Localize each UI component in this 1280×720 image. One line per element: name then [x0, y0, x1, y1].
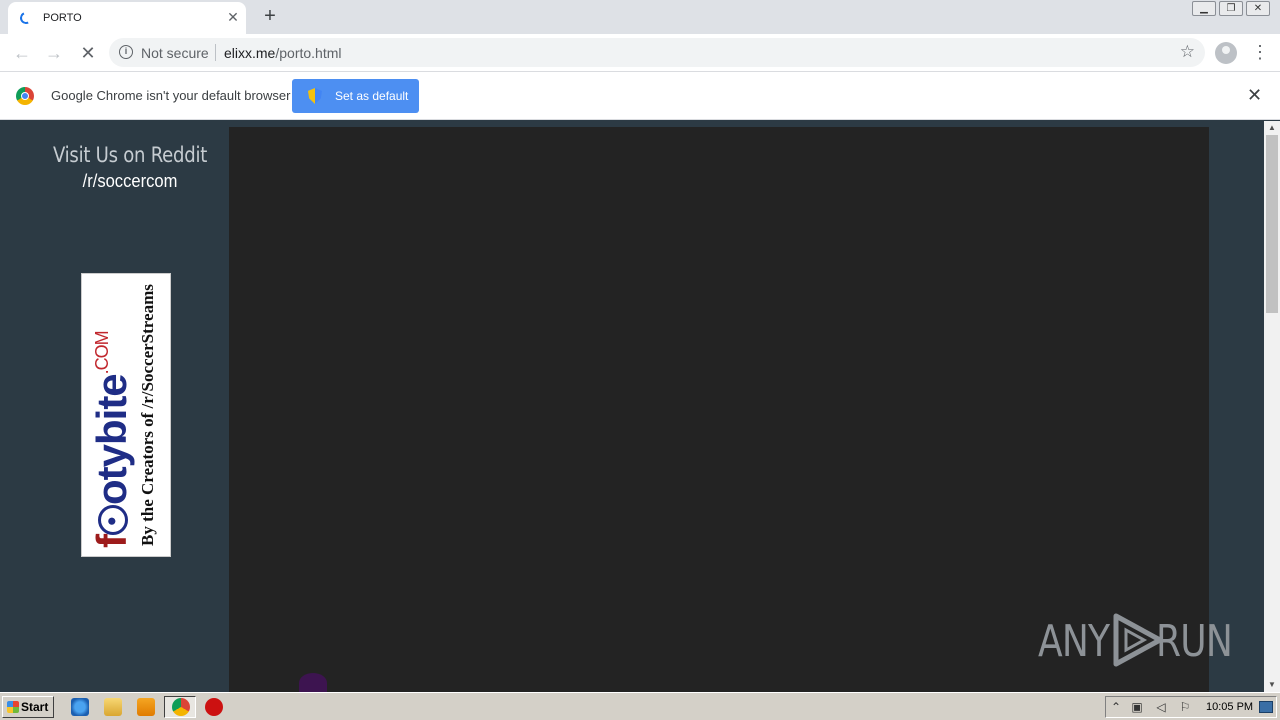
infobar-close-icon[interactable]: ✕ — [1247, 85, 1262, 106]
page-scrollbar[interactable]: ▲ ▼ — [1264, 121, 1280, 692]
scroll-up-arrow-icon[interactable]: ▲ — [1264, 121, 1280, 135]
default-browser-infobar: Google Chrome isn't your default browser… — [0, 71, 1280, 120]
windows-flag-icon — [7, 701, 19, 713]
start-label: Start — [21, 700, 49, 714]
omnibox-divider — [215, 44, 216, 61]
tab-close-icon[interactable]: ✕ — [224, 8, 242, 26]
file-explorer-icon[interactable] — [104, 698, 122, 716]
address-bar[interactable]: i Not secure elixx.me/porto.html ☆ — [109, 38, 1205, 67]
video-player[interactable] — [229, 127, 1209, 692]
loading-spinner-icon — [18, 10, 34, 26]
url-host: elixx.me — [224, 45, 276, 61]
reddit-heading: Visit Us on Reddit — [52, 143, 208, 167]
footybite-ad-banner[interactable]: f otybite.COM By the Creators of /r/Socce… — [81, 273, 171, 557]
volume-icon[interactable]: ◁ — [1154, 700, 1168, 714]
watermark-left-text: ANY — [1038, 616, 1110, 667]
tab-title: PORTO — [43, 12, 82, 24]
scroll-thumb[interactable] — [1266, 135, 1278, 313]
url-text[interactable]: elixx.me/porto.html — [224, 45, 342, 61]
stop-loading-button[interactable]: ✕ — [75, 40, 101, 66]
scroll-down-arrow-icon[interactable]: ▼ — [1264, 678, 1280, 692]
browser-toolbar: ← → ✕ i Not secure elixx.me/porto.html ☆… — [0, 34, 1280, 71]
restore-button[interactable]: ❐ — [1219, 1, 1243, 16]
ad-brand-suffix: .COM — [92, 331, 112, 375]
new-tab-button[interactable]: + — [258, 4, 282, 28]
start-button[interactable]: Start — [2, 696, 54, 718]
set-as-default-label: Set as default — [335, 89, 409, 103]
ad-content: f otybite.COM By the Creators of /r/Socce… — [82, 274, 170, 556]
internet-explorer-icon[interactable] — [71, 698, 89, 716]
security-label[interactable]: Not secure — [141, 45, 209, 61]
watermark-right-text: RUN — [1156, 616, 1233, 667]
infobar-message: Google Chrome isn't your default browser — [51, 88, 291, 103]
profile-avatar-icon[interactable] — [1215, 42, 1237, 64]
ad-brand: f otybite.COM — [88, 331, 136, 548]
soccer-ball-icon — [98, 505, 128, 535]
set-as-default-button[interactable]: Set as default — [292, 79, 419, 113]
media-player-icon[interactable] — [137, 698, 155, 716]
info-icon[interactable]: i — [119, 45, 133, 59]
menu-kebab-icon[interactable]: ⋮ — [1251, 41, 1269, 63]
action-center-flag-icon[interactable]: ⚐ — [1178, 700, 1192, 714]
chrome-logo-icon — [16, 87, 34, 105]
page-content: Visit Us on Reddit /r/soccercom f otybite… — [0, 121, 1264, 692]
window-controls: ▁ ❐ ✕ — [1192, 1, 1270, 16]
tab-porto[interactable]: PORTO ✕ — [8, 2, 246, 34]
player-logo-icon — [299, 673, 327, 692]
forward-button[interactable]: → — [41, 40, 67, 66]
ad-brand-prefix: f — [88, 535, 135, 548]
minimize-button[interactable]: ▁ — [1192, 1, 1216, 16]
tab-strip: PORTO ✕ + ▁ ❐ ✕ — [0, 0, 1280, 34]
back-button[interactable]: ← — [9, 40, 35, 66]
windows-taskbar: Start ⌃ ▣ ◁ ⚐ 10:05 PM — [0, 692, 1280, 720]
bookmark-star-icon[interactable]: ☆ — [1180, 42, 1195, 62]
ad-tagline: By the Creators of /r/SoccerStreams — [138, 284, 157, 546]
network-icon[interactable]: ▣ — [1130, 700, 1144, 714]
show-hidden-icons-icon[interactable]: ⌃ — [1109, 700, 1123, 714]
system-tray: ⌃ ▣ ◁ ⚐ 10:05 PM — [1105, 696, 1277, 718]
chrome-taskbar-icon — [172, 698, 190, 716]
url-path: /porto.html — [275, 45, 342, 61]
opera-icon[interactable] — [205, 698, 223, 716]
show-desktop-icon[interactable] — [1259, 701, 1273, 713]
clock[interactable]: 10:05 PM — [1206, 701, 1253, 713]
uac-shield-icon — [308, 88, 322, 104]
subreddit-link[interactable]: /r/soccercom — [38, 171, 222, 192]
close-window-button[interactable]: ✕ — [1246, 1, 1270, 16]
chrome-taskbar-button[interactable] — [164, 696, 196, 718]
ad-brand-blue: otybite — [88, 374, 135, 505]
